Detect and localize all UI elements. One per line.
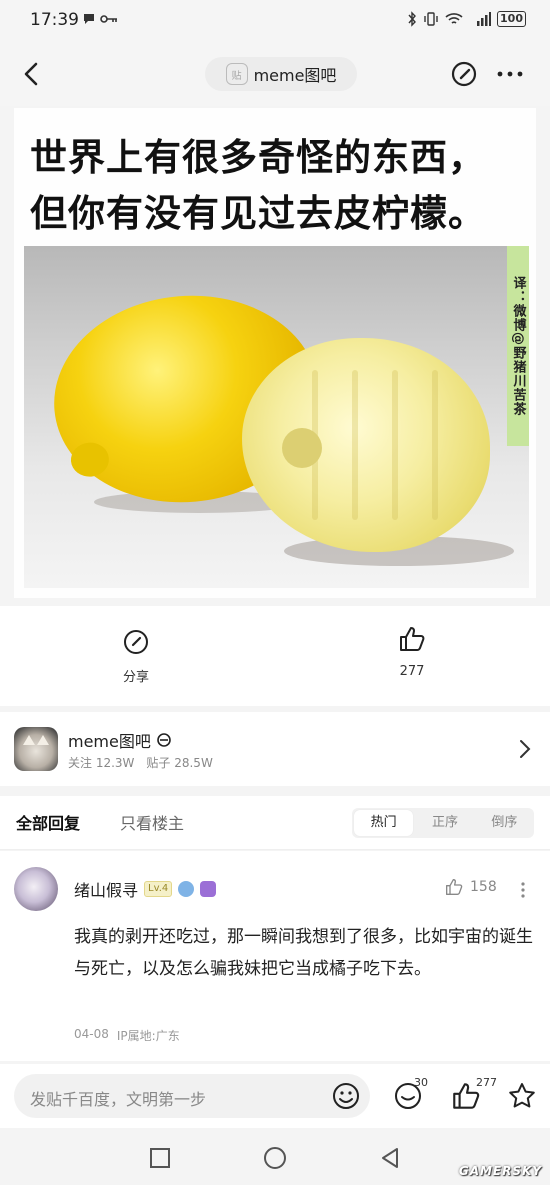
forum-followers: 关注 12.3W [68,756,135,770]
comment-meta: 04-08 IP属地:广东 [74,1027,180,1044]
tab-all-replies[interactable]: 全部回复 [16,810,80,834]
caption-line-2: 但你有没有见过去皮柠檬。 [30,192,486,235]
comment-date: 04-08 [74,1027,109,1041]
key-icon [100,15,117,23]
sort-descending[interactable]: 倒序 [475,808,534,838]
forum-name: meme图吧 [68,732,151,751]
share-icon [124,630,148,654]
forum-logo-icon: 贴 [225,63,248,85]
post-image[interactable]: 世界上有很多奇怪的东西， 但你有没有见过去皮柠檬。 译：微博@野猪川苦茶 [14,108,536,598]
level-badge: Lv.4 [144,881,173,897]
comment-item: 绪山假寻 Lv.4 158 我真的剥开还吃过，那一瞬间我想到了很多，比如宇宙的诞… [0,851,550,1061]
system-nav-bar: GAMERSKY [0,1128,550,1185]
sort-toggle: 热门 正序 倒序 [352,808,534,838]
vibrate-icon [424,12,438,26]
status-bar: 17:39 100 [0,0,550,42]
caption-line-1: 世界上有很多奇怪的东西， [30,136,486,179]
post-actions: 分享 277 [0,606,550,706]
reply-tabs: 全部回复 只看楼主 热门 正序 倒序 [0,796,550,850]
emoji-icon[interactable] [331,1081,361,1111]
back-icon[interactable] [18,58,46,90]
star-icon[interactable] [506,1080,538,1112]
lemon-photo: 译：微博@野猪川苦茶 [24,246,529,588]
forum-chip-name: meme图吧 [253,66,337,85]
user-avatar[interactable] [14,867,58,911]
forum-posts: 贴子 28.5W [146,756,213,770]
forum-stats: 关注 12.3W 贴子 28.5W [68,754,213,771]
cat-ear [23,735,35,745]
like-button[interactable]: 277 [376,624,448,679]
message-icon [84,14,94,24]
lemon-tip [69,441,111,479]
signal-icon [477,12,492,26]
cat-ear [37,735,49,745]
more-icon[interactable] [495,60,525,88]
reply-input[interactable]: 发贴千百度，文明第一步 [14,1074,370,1118]
thumbs-up-icon [400,627,425,651]
comment-ip-location: IP属地:广东 [116,1029,180,1043]
share-label: 分享 [122,670,149,685]
comment-like-button[interactable]: 158 [444,877,497,897]
recent-apps-icon[interactable] [148,1146,172,1170]
comment-username[interactable]: 绪山假寻 [74,877,138,901]
status-time: 17:39 [30,10,79,30]
edit-icon[interactable] [450,60,478,88]
peeled-lemon [242,338,490,552]
reply-placeholder: 发贴千百度，文明第一步 [30,1090,207,1109]
comment-more-icon[interactable] [520,881,526,899]
comment-like-count: 158 [470,879,497,895]
thumbs-up-icon [446,879,463,895]
forum-avatar [14,727,58,771]
battery-indicator: 100 [497,11,526,27]
tab-owner-only[interactable]: 只看楼主 [120,810,184,834]
peel-ridge [432,370,438,520]
bluetooth-icon [408,11,416,27]
comment-count: 30 [414,1076,428,1089]
share-button[interactable]: 分享 [100,628,172,685]
peel-ridge [352,370,358,520]
peeled-core [282,428,322,468]
bottom-bar: 发贴千百度，文明第一步 30 277 [0,1064,550,1128]
like-count: 277 [399,664,425,679]
forum-chip[interactable]: 贴 meme图吧 [205,57,357,91]
site-watermark: GAMERSKY [458,1164,542,1178]
nav-bar: 贴 meme图吧 [0,42,550,106]
forum-card[interactable]: meme图吧 关注 12.3W 贴子 28.5W [0,712,550,786]
post-caption: 世界上有很多奇怪的东西， 但你有没有见过去皮柠檬。 [30,130,486,242]
back-nav-icon[interactable] [378,1146,402,1170]
wifi-icon [445,13,463,24]
image-watermark: 译：微博@野猪川苦茶 [507,246,529,446]
bottom-like-count: 277 [476,1076,497,1089]
member-badge-icon [178,881,195,897]
home-icon[interactable] [263,1146,287,1170]
follow-status-icon[interactable] [156,732,172,748]
achievement-badge-icon [200,881,217,897]
comment-text: 我真的剥开还吃过，那一瞬间我想到了很多，比如宇宙的诞生与死亡，以及怎么骗我妹把它… [74,927,533,979]
sort-hot[interactable]: 热门 [354,810,414,836]
sort-ascending[interactable]: 正序 [415,808,474,838]
chevron-right-icon[interactable] [518,738,532,760]
peel-ridge [392,370,398,520]
